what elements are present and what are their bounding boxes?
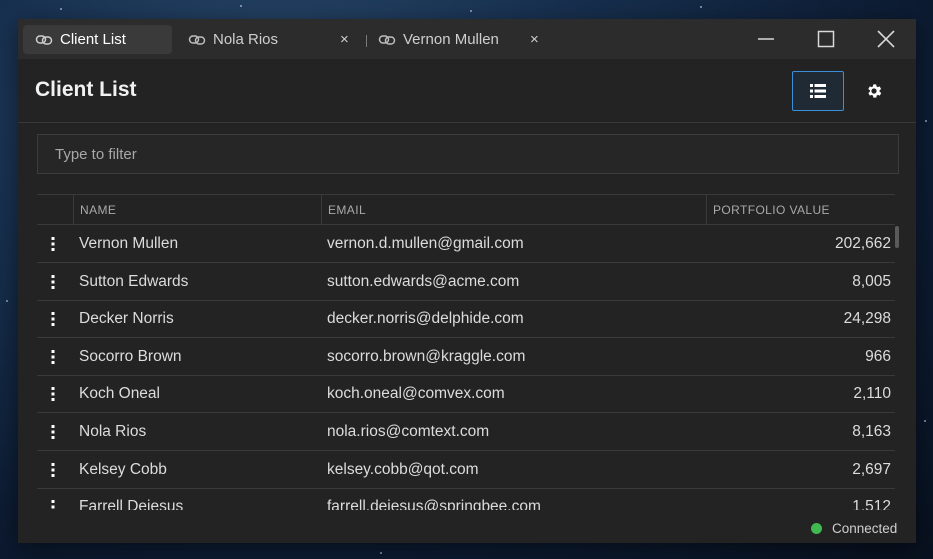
client-name: Koch Oneal xyxy=(79,385,160,403)
client-name: Nola Rios xyxy=(79,423,147,440)
connection-status: Connected xyxy=(811,521,897,536)
client-email: nola.rios@comtext.com xyxy=(327,423,490,440)
row-menu-icon[interactable] xyxy=(47,497,59,510)
status-text: Connected xyxy=(832,521,898,536)
tab-label: Nola Rios xyxy=(213,31,279,48)
list-view-icon xyxy=(810,84,826,98)
table-row[interactable]: Socorro Brown socorro.brown@kraggle.com 96… xyxy=(37,338,895,376)
column-divider xyxy=(321,195,322,225)
client-email: sutton.edwards@acme.com xyxy=(327,272,520,290)
client-email: koch.oneal@comvex.com xyxy=(327,385,505,403)
maximize-icon xyxy=(817,30,835,48)
filter-input[interactable] xyxy=(37,134,899,174)
portfolio-value: 202,662 xyxy=(834,235,891,252)
portfolio-value: 2,697 xyxy=(852,460,891,478)
portfolio-value: 8,163 xyxy=(852,423,891,440)
clients-table: NAME EMAIL PORTFOLIO VALUE Vernon Mullen… xyxy=(37,194,895,510)
maximize-button[interactable] xyxy=(814,27,838,51)
client-email: socorro.brown@kraggle.com xyxy=(327,347,526,365)
table-row[interactable]: Kelsey Cobb kelsey.cobb@qot.com 2,697 xyxy=(37,451,895,489)
portfolio-value: 1,512 xyxy=(852,498,891,510)
client-name: Farrell Dejesus xyxy=(79,498,184,510)
minimize-button[interactable] xyxy=(754,27,778,51)
row-menu-icon[interactable] xyxy=(47,234,59,254)
client-email: kelsey.cobb@qot.com xyxy=(327,460,479,478)
tab-client-list[interactable]: Client List xyxy=(23,25,172,54)
client-email: farrell.dejesus@springbee.com xyxy=(327,498,541,510)
settings-button[interactable] xyxy=(858,75,890,107)
tab-bar: Client List Nola Rios × Vernon Mullen × xyxy=(18,19,916,59)
column-divider xyxy=(706,195,707,225)
tab-vernon-mullen[interactable]: Vernon Mullen × xyxy=(378,25,548,54)
link-icon xyxy=(35,34,53,45)
portfolio-value: 966 xyxy=(865,347,891,365)
page-header: Client List xyxy=(18,59,916,123)
minimize-icon xyxy=(758,38,774,40)
tab-close-button[interactable]: × xyxy=(530,31,539,48)
table-scrollbar[interactable] xyxy=(895,226,899,248)
close-window-button[interactable] xyxy=(874,27,898,51)
client-name: Vernon Mullen xyxy=(79,235,179,252)
page-title: Client List xyxy=(35,78,137,101)
column-header-email[interactable]: EMAIL xyxy=(328,195,366,225)
link-icon xyxy=(378,34,396,45)
client-name: Decker Norris xyxy=(79,310,174,328)
column-divider xyxy=(73,195,74,225)
row-menu-icon[interactable] xyxy=(47,272,59,292)
list-view-button[interactable] xyxy=(792,71,844,111)
portfolio-value: 2,110 xyxy=(853,385,891,403)
status-indicator-icon xyxy=(811,523,822,534)
row-menu-icon[interactable] xyxy=(47,422,59,442)
table-row[interactable]: Koch Oneal koch.oneal@comvex.com 2,110 xyxy=(37,375,895,414)
client-name: Sutton Edwards xyxy=(79,272,189,290)
row-menu-icon[interactable] xyxy=(47,384,59,404)
tab-label: Client List xyxy=(60,31,126,48)
column-header-portfolio-value[interactable]: PORTFOLIO VALUE xyxy=(713,195,830,225)
tab-close-button[interactable]: × xyxy=(340,31,349,48)
row-menu-icon[interactable] xyxy=(47,347,59,367)
table-row[interactable]: Sutton Edwards sutton.edwards@acme.com 8,0… xyxy=(37,263,895,301)
gear-icon xyxy=(868,84,882,98)
table-row[interactable]: Nola Rios nola.rios@comtext.com 8,163 xyxy=(37,413,895,451)
tab-label: Vernon Mullen xyxy=(403,31,499,48)
client-name: Socorro Brown xyxy=(79,347,182,365)
row-menu-icon[interactable] xyxy=(47,460,59,480)
tab-separator xyxy=(366,35,367,47)
row-menu-icon[interactable] xyxy=(47,309,59,329)
client-name: Kelsey Cobb xyxy=(79,460,167,478)
close-icon xyxy=(877,30,895,48)
table-header: NAME EMAIL PORTFOLIO VALUE xyxy=(37,194,895,225)
client-email: vernon.d.mullen@gmail.com xyxy=(327,235,524,252)
portfolio-value: 8,005 xyxy=(852,272,891,290)
table-row[interactable]: Vernon Mullen vernon.d.mullen@gmail.com 20… xyxy=(37,225,895,263)
link-icon xyxy=(188,34,206,45)
portfolio-value: 24,298 xyxy=(843,310,891,328)
table-row[interactable]: Farrell Dejesus farrell.dejesus@springbee… xyxy=(37,488,895,510)
client-list-window: Client List Nola Rios × Vernon Mullen × xyxy=(18,19,916,543)
table-row[interactable]: Decker Norris decker.norris@delphide.com 2… xyxy=(37,300,895,339)
tab-nola-rios[interactable]: Nola Rios × xyxy=(188,25,358,54)
column-header-name[interactable]: NAME xyxy=(80,195,116,225)
client-email: decker.norris@delphide.com xyxy=(327,310,524,328)
